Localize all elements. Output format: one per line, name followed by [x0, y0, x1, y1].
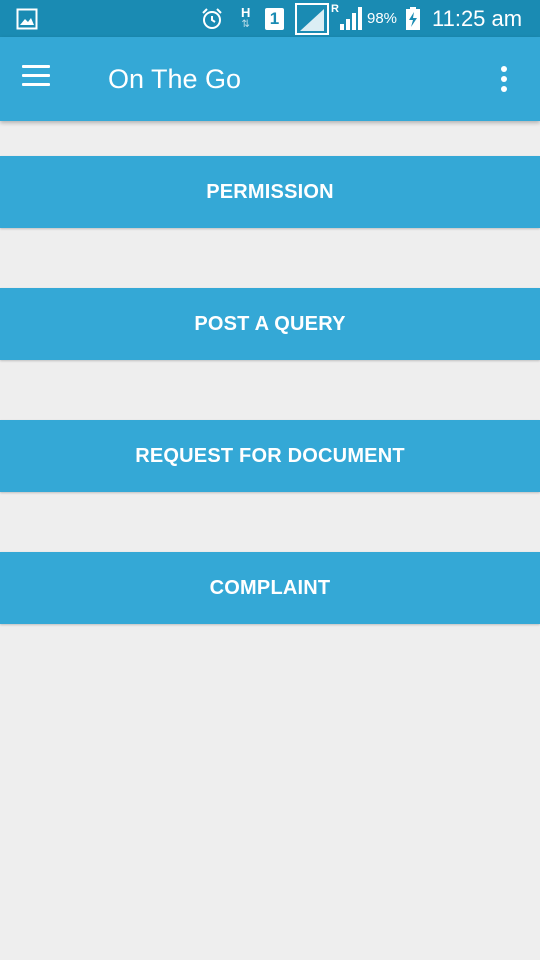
data-h-icon: H ⇅ [241, 0, 250, 37]
clock: 11:25 am [432, 5, 523, 31]
app-bar: On The Go [0, 37, 540, 121]
battery-percent: 98% [367, 10, 398, 27]
sim-1-icon: 1 [265, 0, 284, 37]
request-for-document-button[interactable]: REQUEST FOR DOCUMENT [0, 420, 540, 492]
page-title: On The Go [108, 64, 242, 94]
data-type-label: H [241, 4, 251, 20]
overflow-icon[interactable] [494, 65, 514, 93]
status-bar: H ⇅ 1 R 98% 11:25 am [0, 0, 540, 37]
menu-icon[interactable] [22, 65, 50, 87]
sim-slot-label: 1 [265, 7, 284, 30]
cell-signal-icon: R [331, 0, 363, 37]
wifi-signal-icon [295, 0, 329, 37]
battery-charging-icon [405, 0, 421, 37]
data-arrows-icon: ⇅ [241, 18, 250, 30]
complaint-button[interactable]: COMPLAINT [0, 552, 540, 624]
roaming-label: R [331, 3, 339, 15]
post-a-query-button[interactable]: POST A QUERY [0, 288, 540, 360]
gallery-icon [16, 0, 38, 37]
alarm-icon [200, 0, 224, 37]
permission-button[interactable]: PERMISSION [0, 156, 540, 228]
